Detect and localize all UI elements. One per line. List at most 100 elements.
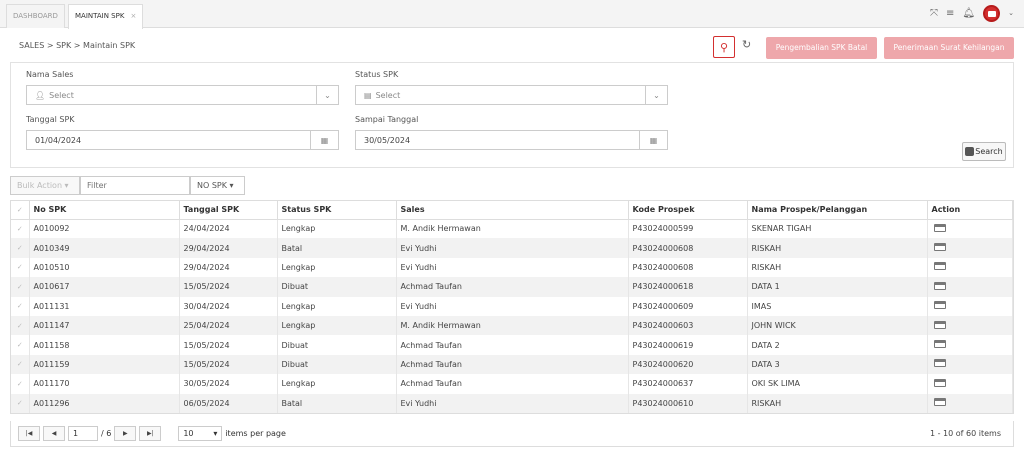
table-row[interactable]: ✓ A011147 25/04/2024 Lengkap M. Andik Hermaw… bbox=[11, 315, 1013, 336]
first-page-button[interactable]: |◀ bbox=[18, 426, 40, 441]
action-icon[interactable] bbox=[933, 262, 946, 271]
cell-nama-prospek: JOHN WICK bbox=[747, 315, 928, 336]
last-page-button[interactable]: ▶| bbox=[139, 426, 162, 441]
action-icon[interactable] bbox=[933, 340, 946, 349]
search-button[interactable]: Search bbox=[962, 142, 1006, 161]
bulk-action-button[interactable]: Bulk Action ▾ bbox=[10, 176, 80, 195]
sampai-tanggal-value: 30/05/2024 bbox=[364, 135, 411, 145]
expand-icon[interactable]: ⤧ bbox=[930, 8, 938, 19]
bulk-action-label: Bulk Action bbox=[17, 181, 63, 190]
cell-nama-prospek: DATA 1 bbox=[747, 277, 928, 297]
cell-nama-prospek: DATA 2 bbox=[747, 335, 928, 355]
table-row[interactable]: ✓ A010092 24/04/2024 Lengkap M. Andik Hermaw… bbox=[11, 219, 1013, 239]
cell-nama-prospek: RISKAH bbox=[747, 238, 928, 258]
table-row[interactable]: ✓ A011158 15/05/2024 Dibuat Achmad Taufan P43… bbox=[11, 335, 1013, 355]
page-input[interactable]: 1 bbox=[68, 426, 98, 441]
row-checkbox[interactable]: ✓ bbox=[11, 315, 30, 336]
cell-kode-prospek: P43024000637 bbox=[628, 374, 748, 394]
next-page-button[interactable]: ▶ bbox=[114, 426, 137, 441]
table-row[interactable]: ✓ A010510 29/04/2024 Lengkap Evi Yudhi P43024… bbox=[11, 257, 1013, 278]
action-icon[interactable] bbox=[933, 378, 946, 387]
prev-page-button[interactable]: ◀ bbox=[43, 426, 65, 441]
row-checkbox[interactable]: ✓ bbox=[11, 257, 30, 278]
breadcrumb-sep: > bbox=[73, 41, 81, 50]
cell-sales: Achmad Taufan bbox=[396, 354, 629, 375]
tab-maintain-spk[interactable]: MAINTAIN SPK × bbox=[68, 4, 144, 29]
menu-icon[interactable]: ≡ bbox=[946, 8, 954, 19]
user-avatar[interactable] bbox=[983, 5, 1001, 22]
cell-status-spk: Dibuat bbox=[277, 277, 397, 297]
grid-toolbar: Bulk Action ▾ NO SPK ▾ bbox=[10, 176, 245, 195]
tanggal-spk-input[interactable]: 01/04/2024 ▦ bbox=[26, 130, 339, 150]
chevron-down-icon[interactable]: ⌄ bbox=[316, 86, 338, 104]
status-spk-placeholder: Select bbox=[375, 90, 401, 100]
row-checkbox[interactable]: ✓ bbox=[11, 277, 30, 297]
table-row[interactable]: ✓ A011296 06/05/2024 Batal Evi Yudhi P4302400… bbox=[11, 393, 1013, 413]
status-spk-select[interactable]: ▤ Select ⌄ bbox=[355, 85, 668, 105]
table-row[interactable]: ✓ A011131 30/04/2024 Lengkap Evi Yudhi P43024… bbox=[11, 296, 1013, 316]
action-icon[interactable] bbox=[933, 398, 946, 407]
calendar-icon[interactable]: ▦ bbox=[310, 131, 338, 149]
row-checkbox[interactable]: ✓ bbox=[11, 296, 30, 316]
cell-tanggal-spk: 30/05/2024 bbox=[179, 374, 278, 394]
row-checkbox[interactable]: ✓ bbox=[11, 393, 30, 413]
row-checkbox[interactable]: ✓ bbox=[11, 219, 30, 239]
calendar-icon[interactable]: ▦ bbox=[639, 131, 667, 149]
cell-tanggal-spk: 30/04/2024 bbox=[179, 296, 278, 316]
breadcrumb-sep: > bbox=[46, 41, 54, 50]
action-icon[interactable] bbox=[933, 243, 946, 252]
col-kode-prospek[interactable]: Kode Prospek bbox=[628, 201, 748, 220]
col-tanggal-spk[interactable]: Tanggal SPK bbox=[179, 201, 278, 220]
nama-sales-select[interactable]: 👤︎ Select ⌄ bbox=[26, 85, 339, 105]
chevron-down-icon[interactable]: ⌄ bbox=[645, 86, 667, 104]
table-row[interactable]: ✓ A010617 15/05/2024 Dibuat Achmad Taufan P43… bbox=[11, 277, 1013, 297]
col-status-spk[interactable]: Status SPK bbox=[277, 201, 397, 220]
status-spk-label: Status SPK bbox=[355, 70, 399, 79]
col-sales[interactable]: Sales bbox=[396, 201, 629, 220]
action-icon[interactable] bbox=[933, 359, 946, 368]
action-cell bbox=[927, 238, 1013, 258]
page-size-select[interactable]: 10 ▾ bbox=[178, 426, 223, 441]
col-no-spk[interactable]: No SPK bbox=[29, 201, 180, 220]
action-icon[interactable] bbox=[933, 223, 946, 232]
table-header: ✓ No SPK Tanggal SPK Status SPK Sales Ko… bbox=[11, 201, 1013, 220]
row-checkbox[interactable]: ✓ bbox=[11, 374, 30, 394]
sampai-tanggal-input[interactable]: 30/05/2024 ▦ bbox=[355, 130, 668, 150]
tab-dashboard[interactable]: DASHBOARD bbox=[6, 4, 65, 28]
cell-sales: M. Andik Hermawan bbox=[396, 315, 629, 336]
cell-nama-prospek: RISKAH bbox=[747, 393, 928, 413]
cell-kode-prospek: P43024000608 bbox=[628, 257, 748, 278]
page-size-value: 10 bbox=[183, 429, 194, 438]
cell-nama-prospek: SKENAR TIGAH bbox=[747, 219, 928, 239]
table-row[interactable]: ✓ A011159 15/05/2024 Dibuat Achmad Taufan P43… bbox=[11, 354, 1013, 375]
cell-status-spk: Lengkap bbox=[277, 257, 397, 278]
penerimaan-surat-kehilangan-button[interactable]: Penerimaan Surat Kehilangan bbox=[884, 37, 1014, 59]
action-icon[interactable] bbox=[933, 281, 946, 290]
action-cell bbox=[927, 335, 1013, 355]
chevron-down-icon[interactable]: ⌄ bbox=[1008, 10, 1014, 17]
cell-sales: Evi Yudhi bbox=[396, 393, 629, 413]
pengembalian-spk-batal-button[interactable]: Pengembalian SPK Batal bbox=[766, 37, 877, 59]
cell-sales: Evi Yudhi bbox=[396, 257, 629, 278]
breadcrumb-sales[interactable]: SALES bbox=[19, 41, 44, 50]
cell-tanggal-spk: 06/05/2024 bbox=[179, 393, 278, 413]
bell-icon[interactable]: 🔔︎ bbox=[962, 8, 975, 19]
row-checkbox[interactable]: ✓ bbox=[11, 354, 30, 375]
action-cell bbox=[927, 315, 1013, 336]
search-toggle-button[interactable]: ⚲ bbox=[713, 36, 735, 58]
action-icon[interactable] bbox=[933, 301, 946, 310]
row-checkbox[interactable]: ✓ bbox=[11, 238, 30, 258]
no-spk-dropdown[interactable]: NO SPK ▾ bbox=[190, 176, 245, 195]
table-row[interactable]: ✓ A011170 30/05/2024 Lengkap Achmad Taufan P4… bbox=[11, 374, 1013, 394]
action-icon[interactable] bbox=[933, 320, 946, 329]
cell-tanggal-spk: 29/04/2024 bbox=[179, 257, 278, 278]
refresh-icon[interactable]: ↻ bbox=[742, 38, 751, 51]
close-icon[interactable]: × bbox=[130, 12, 136, 20]
breadcrumb-spk[interactable]: SPK bbox=[56, 41, 71, 50]
select-all-checkbox[interactable]: ✓ bbox=[11, 201, 30, 220]
row-checkbox[interactable]: ✓ bbox=[11, 335, 30, 355]
col-nama-prospek[interactable]: Nama Prospek/Pelanggan bbox=[747, 201, 928, 220]
search-button-label: Search bbox=[975, 147, 1003, 156]
table-row[interactable]: ✓ A010349 29/04/2024 Batal Evi Yudhi P4302400… bbox=[11, 238, 1013, 258]
filter-input[interactable] bbox=[80, 176, 190, 195]
